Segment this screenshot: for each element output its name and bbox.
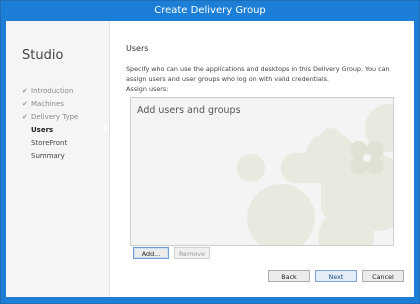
- back-button-label: Back: [281, 273, 297, 281]
- cancel-button[interactable]: Cancel: [362, 270, 404, 282]
- studio-brand: Studio: [22, 48, 64, 63]
- add-button[interactable]: Add...: [133, 247, 169, 259]
- step-label: Users: [31, 126, 54, 134]
- remove-button-label: Remove: [179, 250, 205, 258]
- next-button[interactable]: Next: [315, 270, 357, 282]
- background-watermark-graphic: [237, 104, 393, 245]
- add-button-label: Add...: [141, 250, 161, 258]
- step-introduction: ✔ Introduction: [22, 85, 78, 98]
- step-summary: Summary: [22, 150, 78, 163]
- step-label: Introduction: [31, 87, 74, 95]
- wizard-sidebar: Studio ✔ Introduction ✔ Machines ✔ Delivery…: [6, 21, 110, 297]
- page-description: Specify who can use the applications and…: [126, 65, 390, 83]
- step-delivery-type: ✔ Delivery Type: [22, 111, 78, 124]
- step-label: StoreFront: [31, 139, 68, 147]
- next-button-label: Next: [328, 273, 344, 281]
- checkmark-icon: ✔: [22, 100, 28, 108]
- remove-button[interactable]: Remove: [174, 247, 210, 259]
- title-bar[interactable]: Create Delivery Group: [1, 1, 419, 21]
- dialog-window: Create Delivery Group Studio ✔ Introducti…: [0, 0, 420, 304]
- step-machines: ✔ Machines: [22, 98, 78, 111]
- step-label: Delivery Type: [31, 113, 79, 121]
- checkmark-icon: ✔: [22, 87, 28, 95]
- back-button[interactable]: Back: [268, 270, 310, 282]
- step-label: Machines: [31, 100, 64, 108]
- wizard-content: Users Specify who can use the applicatio…: [110, 21, 414, 297]
- page-title: Users: [126, 44, 149, 53]
- window-title: Create Delivery Group: [154, 5, 266, 16]
- list-placeholder-text: Add users and groups: [137, 105, 241, 116]
- step-storefront: StoreFront: [22, 137, 78, 150]
- current-step-marker: [102, 124, 107, 132]
- checkmark-icon: ✔: [22, 113, 28, 121]
- step-users: Users: [22, 124, 78, 137]
- step-label: Summary: [31, 152, 65, 160]
- assigned-users-list[interactable]: Add users and groups: [130, 97, 394, 246]
- dialog-client-area: Studio ✔ Introduction ✔ Machines ✔ Delivery…: [6, 21, 414, 297]
- cancel-button-label: Cancel: [372, 273, 394, 281]
- assign-users-label: Assign users:: [126, 85, 169, 93]
- wizard-steps: ✔ Introduction ✔ Machines ✔ Delivery Type U…: [22, 85, 78, 163]
